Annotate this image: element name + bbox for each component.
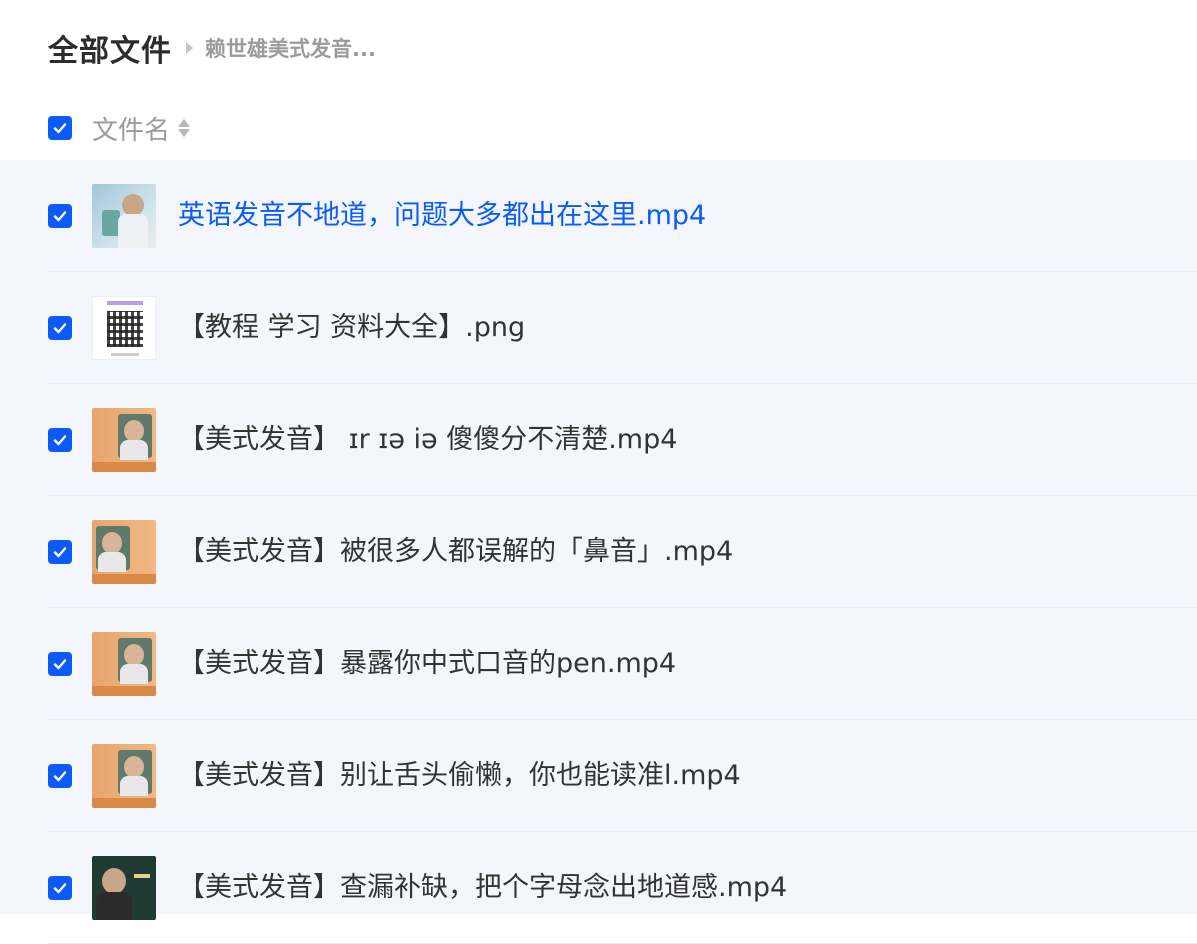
checkmark-icon [53, 123, 67, 134]
video-thumbnail[interactable] [92, 408, 156, 472]
video-thumbnail[interactable] [92, 184, 156, 248]
file-name[interactable]: 【美式发音】查漏补缺，把个字母念出地道感.mp4 [178, 868, 787, 908]
file-name[interactable]: 【美式发音】被很多人都误解的「鼻音」.mp4 [178, 532, 733, 572]
select-all-checkbox[interactable] [48, 116, 72, 140]
filename-column-header[interactable]: 文件名 [92, 110, 170, 147]
file-checkbox[interactable] [48, 540, 72, 564]
checkmark-icon [53, 435, 67, 446]
file-row[interactable]: 【美式发音】 ɪr ɪə iə 傻傻分不清楚.mp4 [0, 384, 1197, 496]
breadcrumb: 全部文件 赖世雄美式发音... [48, 26, 376, 70]
file-checkbox[interactable] [48, 316, 72, 340]
checkmark-icon [53, 771, 67, 782]
file-row[interactable]: 【美式发音】查漏补缺，把个字母念出地道感.mp4 [0, 832, 1197, 944]
sort-icon[interactable] [178, 119, 191, 137]
video-thumbnail[interactable] [92, 632, 156, 696]
file-checkbox[interactable] [48, 652, 72, 676]
file-name[interactable]: 【美式发音】别让舌头偷懒，你也能读准l.mp4 [178, 756, 741, 796]
file-checkbox[interactable] [48, 428, 72, 452]
breadcrumb-current-folder[interactable]: 赖世雄美式发音... [205, 33, 376, 63]
file-name[interactable]: 【教程 学习 资料大全】.png [178, 308, 525, 348]
file-list: 英语发音不地道，问题大多都出在这里.mp4 【教程 学习 资料大全】.png 【… [0, 160, 1197, 944]
list-header: 文件名 [48, 110, 191, 147]
file-row[interactable]: 【美式发音】暴露你中式口音的pen.mp4 [0, 608, 1197, 720]
breadcrumb-root-all-files[interactable]: 全部文件 [48, 26, 172, 70]
file-row[interactable]: 【教程 学习 资料大全】.png [0, 272, 1197, 384]
breadcrumb-separator-icon [186, 42, 193, 54]
file-checkbox[interactable] [48, 876, 72, 900]
checkmark-icon [53, 659, 67, 670]
qr-code-thumbnail[interactable] [92, 296, 156, 360]
video-thumbnail[interactable] [92, 856, 156, 920]
file-row[interactable]: 英语发音不地道，问题大多都出在这里.mp4 [0, 160, 1197, 272]
video-thumbnail[interactable] [92, 520, 156, 584]
checkmark-icon [53, 883, 67, 894]
checkmark-icon [53, 323, 67, 334]
file-name[interactable]: 【美式发音】 ɪr ɪə iə 傻傻分不清楚.mp4 [178, 420, 677, 460]
file-name[interactable]: 英语发音不地道，问题大多都出在这里.mp4 [178, 196, 706, 236]
file-checkbox[interactable] [48, 204, 72, 228]
file-row[interactable]: 【美式发音】别让舌头偷懒，你也能读准l.mp4 [0, 720, 1197, 832]
file-row[interactable]: 【美式发音】被很多人都误解的「鼻音」.mp4 [0, 496, 1197, 608]
file-checkbox[interactable] [48, 764, 72, 788]
video-thumbnail[interactable] [92, 744, 156, 808]
file-name[interactable]: 【美式发音】暴露你中式口音的pen.mp4 [178, 644, 676, 684]
checkmark-icon [53, 547, 67, 558]
checkmark-icon [53, 211, 67, 222]
